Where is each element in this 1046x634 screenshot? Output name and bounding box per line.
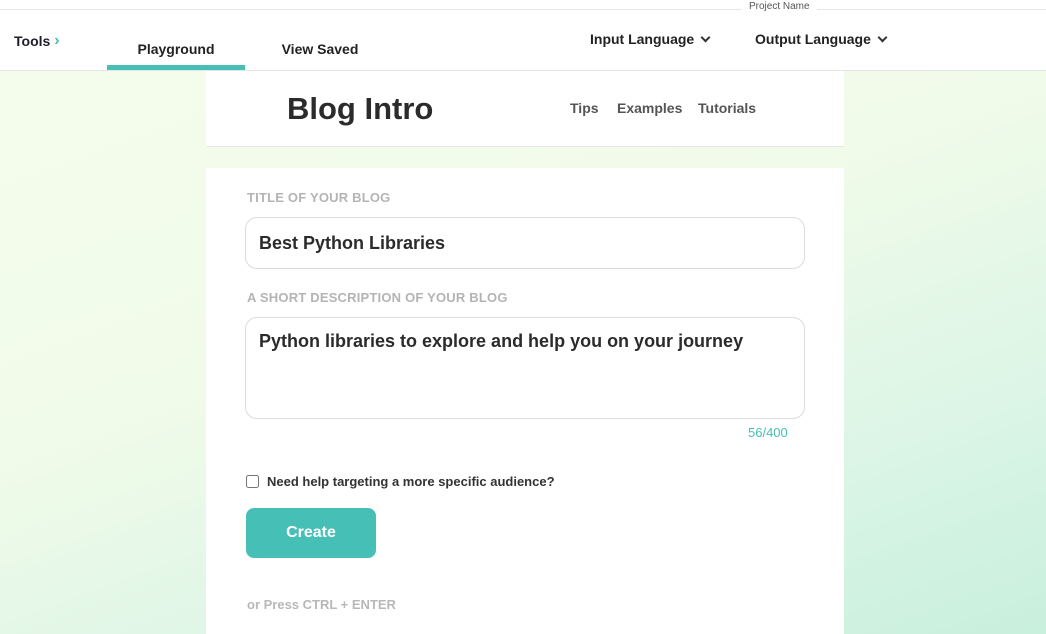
chevron-down-icon [877, 32, 888, 42]
tools-menu[interactable]: Tools › [14, 32, 60, 50]
input-language-dropdown[interactable]: Input Language [590, 31, 711, 47]
audience-checkbox-label: Need help targeting a more specific audi… [267, 474, 555, 489]
blog-title-input[interactable] [245, 217, 805, 269]
chevron-down-icon [700, 32, 711, 42]
project-name[interactable]: Project Name [742, 0, 817, 14]
page-title: Blog Intro [287, 91, 434, 126]
tab-playground[interactable]: Playground [107, 41, 245, 57]
tips-link[interactable]: Tips [570, 100, 599, 116]
active-tab-indicator [107, 65, 245, 70]
output-language-dropdown[interactable]: Output Language [755, 31, 888, 47]
tab-view-saved[interactable]: View Saved [275, 41, 365, 57]
audience-checkbox[interactable] [246, 475, 259, 488]
output-language-label: Output Language [755, 31, 871, 47]
chevron-right-icon: › [54, 32, 60, 49]
top-bar: Project Name Tools › Playground View Sav… [0, 0, 1046, 71]
blog-intro-form: TITLE OF YOUR BLOG A SHORT DESCRIPTION O… [206, 168, 844, 634]
input-language-label: Input Language [590, 31, 695, 47]
create-button[interactable]: Create [246, 508, 376, 558]
top-divider [0, 9, 1046, 10]
blog-description-label: A SHORT DESCRIPTION OF YOUR BLOG [247, 290, 508, 305]
audience-option[interactable]: Need help targeting a more specific audi… [246, 474, 555, 489]
tutorials-link[interactable]: Tutorials [698, 100, 756, 116]
examples-link[interactable]: Examples [617, 100, 682, 116]
tool-header: Blog Intro Tips Examples Tutorials [206, 71, 844, 147]
blog-description-input[interactable]: Python libraries to explore and help you… [245, 317, 805, 419]
tools-label: Tools [14, 33, 51, 49]
keyboard-shortcut-hint: or Press CTRL + ENTER [247, 597, 396, 612]
character-counter: 56/400 [748, 425, 788, 440]
blog-title-label: TITLE OF YOUR BLOG [247, 190, 391, 205]
